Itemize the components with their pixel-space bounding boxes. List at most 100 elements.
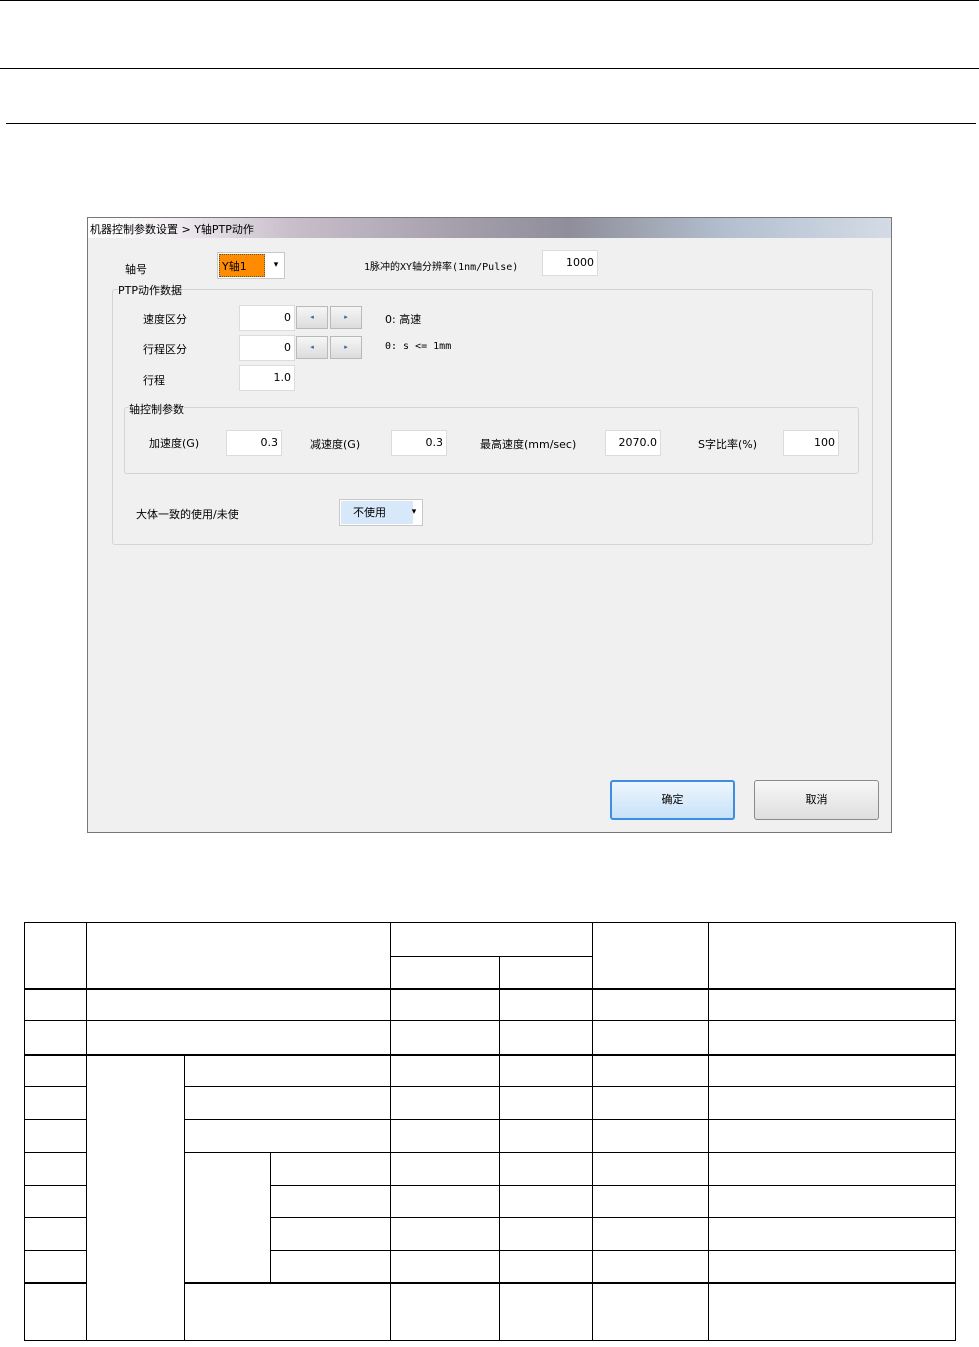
table-cell xyxy=(24,1217,87,1251)
table-cell xyxy=(269,1185,392,1218)
speed-division-input[interactable]: 0 xyxy=(239,305,295,331)
s-ratio-input[interactable]: 100 xyxy=(783,430,839,456)
resolution-input[interactable]: 1000 xyxy=(542,250,598,276)
table-cell xyxy=(24,1053,87,1087)
table-cell xyxy=(24,922,87,989)
speed-division-note: 0: 高速 xyxy=(385,313,422,326)
table-cell xyxy=(183,1119,392,1153)
table-cell xyxy=(499,1185,594,1218)
table-cell xyxy=(499,1119,594,1153)
parameter-dialog: 机器控制参数设置 > Y轴PTP动作 轴号 Y轴1 ▾ 1脉冲的XY轴分辨率(1… xyxy=(87,217,892,833)
table-cell xyxy=(85,922,392,989)
table-cell xyxy=(269,1217,392,1251)
table-cell xyxy=(592,1281,710,1341)
table-cell xyxy=(390,1020,501,1055)
table-row xyxy=(24,1020,957,1055)
s-ratio-label: S字比率(%) xyxy=(698,438,758,451)
table-cell xyxy=(499,1152,594,1186)
table-cell xyxy=(269,1152,392,1186)
approx-match-select[interactable]: 不使用 ▾ xyxy=(339,499,423,526)
table-row xyxy=(24,987,957,1021)
table-cell xyxy=(708,1152,957,1186)
resolution-label: 1脉冲的XY轴分辨率(1nm/Pulse) xyxy=(364,262,519,273)
table-cell xyxy=(708,922,957,989)
table-cell xyxy=(499,956,594,989)
acceleration-input[interactable]: 0.3 xyxy=(226,430,282,456)
table-cell xyxy=(592,987,710,1021)
table-cell xyxy=(86,1053,185,1341)
max-speed-label: 最高速度(mm/sec) xyxy=(480,438,577,451)
table-cell xyxy=(390,1250,501,1283)
table-cell xyxy=(390,1086,501,1120)
table-cell xyxy=(24,1281,87,1341)
table-cell xyxy=(24,1250,87,1283)
table-cell xyxy=(24,1152,87,1186)
table-cell xyxy=(390,922,594,957)
table-cell xyxy=(184,1152,271,1283)
table-cell xyxy=(708,1053,957,1087)
speed-next-arrow-icon[interactable]: ▸ xyxy=(330,306,362,329)
acceleration-label: 加速度(G) xyxy=(149,437,200,450)
ptp-group-title: PTP动作数据 xyxy=(118,282,182,298)
table-cell xyxy=(592,1185,710,1218)
table-cell xyxy=(390,956,501,989)
table-cell xyxy=(708,1020,957,1055)
table-cell xyxy=(24,1020,87,1055)
table-row xyxy=(24,1053,957,1341)
table-cell xyxy=(708,987,957,1021)
stroke-label: 行程 xyxy=(143,374,165,387)
table-cell xyxy=(24,987,87,1021)
parameter-table xyxy=(24,922,957,1341)
dialog-title: 机器控制参数设置 > Y轴PTP动作 xyxy=(90,223,254,236)
table-cell xyxy=(708,1086,957,1120)
table-cell xyxy=(592,922,710,989)
stroke-next-arrow-icon[interactable]: ▸ xyxy=(330,336,362,359)
table-cell xyxy=(390,1217,501,1251)
chevron-down-icon[interactable]: ▾ xyxy=(406,500,422,525)
axis-control-title: 轴控制参数 xyxy=(129,401,184,417)
table-cell xyxy=(390,1185,501,1218)
table-cell xyxy=(85,987,392,1021)
table-cell xyxy=(390,1152,501,1186)
table-cell xyxy=(390,1053,501,1087)
table-cell xyxy=(499,1086,594,1120)
stroke-division-note: 0: s <= 1mm xyxy=(385,341,452,352)
table-cell xyxy=(592,1217,710,1251)
axis-select-value: Y轴1 xyxy=(219,254,265,277)
table-cell xyxy=(592,1152,710,1186)
stroke-input[interactable]: 1.0 xyxy=(239,365,295,391)
deceleration-input[interactable]: 0.3 xyxy=(391,430,447,456)
table-cell xyxy=(592,1250,710,1283)
table-cell xyxy=(499,1020,594,1055)
stroke-prev-arrow-icon[interactable]: ◂ xyxy=(296,336,328,359)
stroke-division-input[interactable]: 0 xyxy=(239,335,295,361)
header-rule-1 xyxy=(0,68,979,69)
table-cell xyxy=(24,1086,87,1120)
dialog-titlebar: 机器控制参数设置 > Y轴PTP动作 xyxy=(88,218,891,238)
chevron-down-icon[interactable]: ▾ xyxy=(268,253,284,278)
table-cell xyxy=(183,1053,392,1087)
table-cell xyxy=(708,1185,957,1218)
ok-button[interactable]: 确定 xyxy=(610,780,735,820)
table-header-row xyxy=(24,922,957,989)
table-cell xyxy=(499,1217,594,1251)
table-cell xyxy=(592,1020,710,1055)
table-cell xyxy=(592,1086,710,1120)
table-cell xyxy=(390,1119,501,1153)
table-cell xyxy=(390,1281,501,1341)
table-cell xyxy=(708,1119,957,1153)
table-cell xyxy=(24,1185,87,1218)
speed-prev-arrow-icon[interactable]: ◂ xyxy=(296,306,328,329)
cancel-button[interactable]: 取消 xyxy=(754,780,879,820)
table-cell xyxy=(183,1086,392,1120)
max-speed-input[interactable]: 2070.0 xyxy=(605,430,661,456)
table-cell xyxy=(708,1217,957,1251)
table-cell xyxy=(708,1250,957,1283)
approx-match-value: 不使用 xyxy=(341,501,413,524)
axis-select[interactable]: Y轴1 ▾ xyxy=(217,252,285,279)
table-cell xyxy=(85,1020,392,1055)
table-cell xyxy=(499,987,594,1021)
table-cell xyxy=(592,1119,710,1153)
deceleration-label: 减速度(G) xyxy=(310,438,361,451)
stroke-division-label: 行程区分 xyxy=(143,343,187,356)
